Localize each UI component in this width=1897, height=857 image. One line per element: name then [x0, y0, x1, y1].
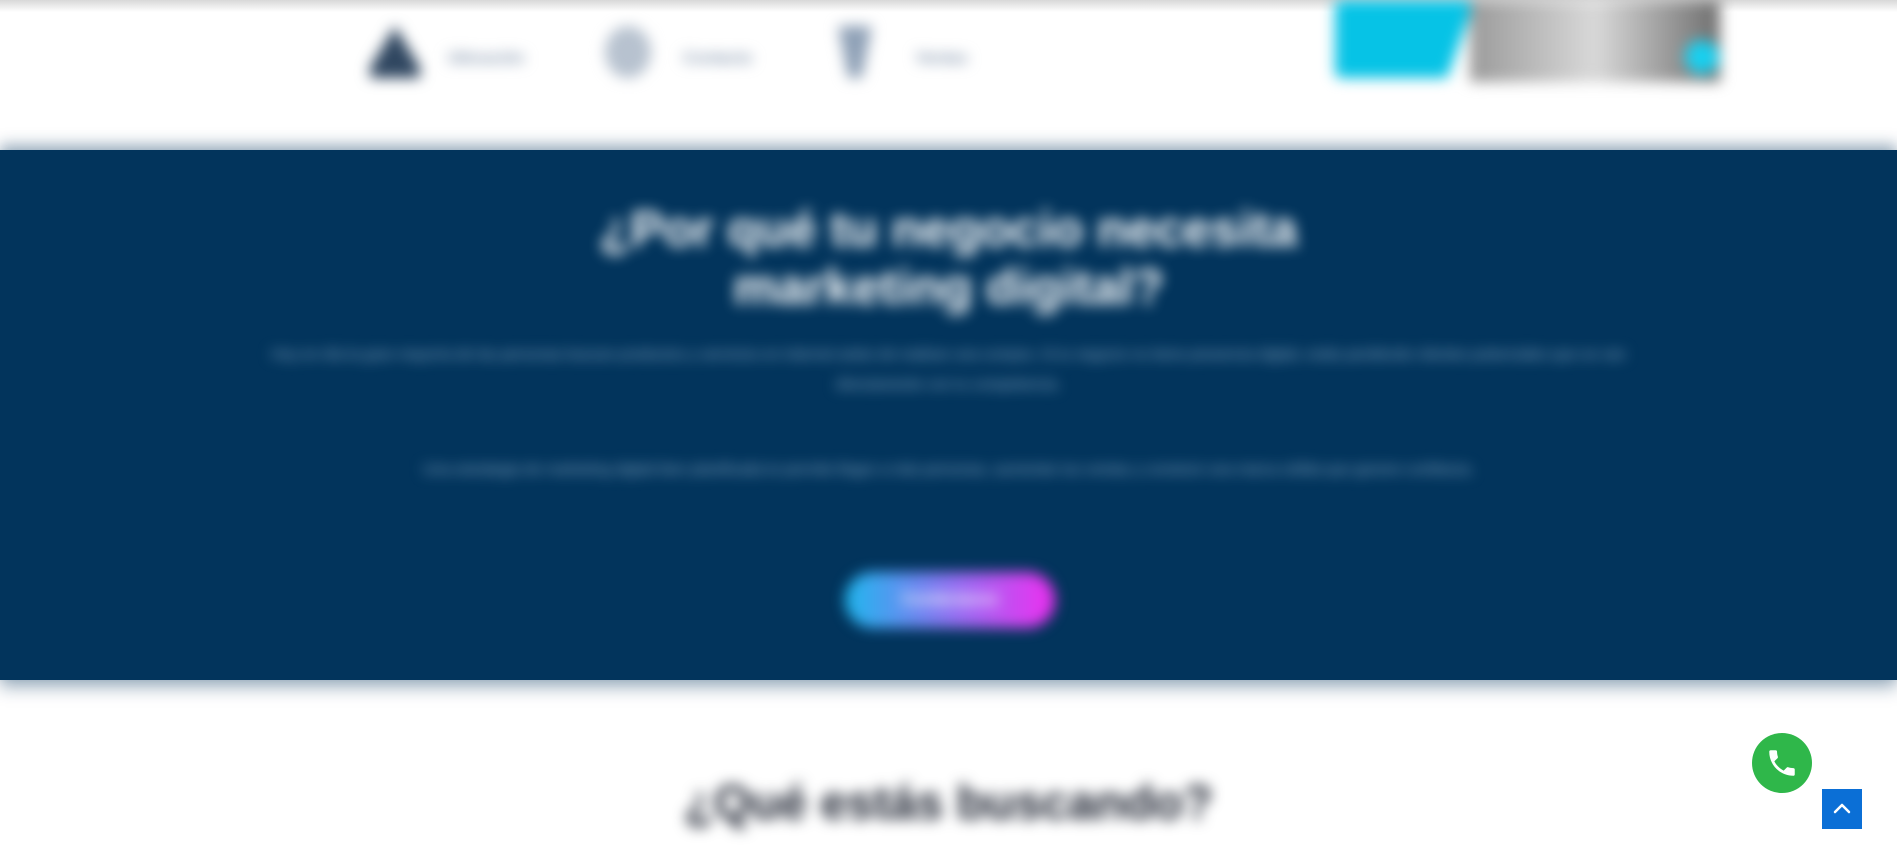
hero-image: [1335, 0, 1720, 82]
section-title: ¿Por qué tu negocio necesita marketing d…: [0, 200, 1897, 316]
header-features-row: Ubicación Contacto Ventas: [0, 0, 1897, 140]
hero-cyan-shape: [1335, 0, 1475, 78]
hero-photo: [1470, 0, 1720, 82]
funnel-icon: [838, 26, 872, 78]
tent-icon: [370, 26, 420, 78]
whatsapp-button[interactable]: [1752, 733, 1812, 793]
section-title-line2: marketing digital?: [733, 259, 1164, 315]
lower-section-title: ¿Qué estás buscando?: [684, 777, 1213, 830]
whatsapp-icon: [1769, 750, 1795, 776]
chevron-up-icon: [1833, 803, 1851, 814]
user-circle-icon: [605, 26, 651, 78]
contact-cta-button[interactable]: Contáctanos: [845, 572, 1055, 628]
feature-label: Ubicación: [448, 50, 525, 67]
feature-label: Contacto: [683, 50, 753, 67]
hero-accent-dot: [1685, 40, 1719, 74]
scroll-to-top-button[interactable]: [1822, 789, 1862, 829]
feature-label: Ventas: [916, 50, 968, 67]
section-paragraph-2: Una estrategia de marketing digital bien…: [422, 461, 1475, 478]
section-title-line1: ¿Por qué tu negocio necesita: [599, 201, 1298, 257]
section-paragraph-1: Hoy en día la gran mayoría de las person…: [271, 346, 1626, 393]
why-digital-marketing-section: ¿Por qué tu negocio necesita marketing d…: [0, 150, 1897, 680]
